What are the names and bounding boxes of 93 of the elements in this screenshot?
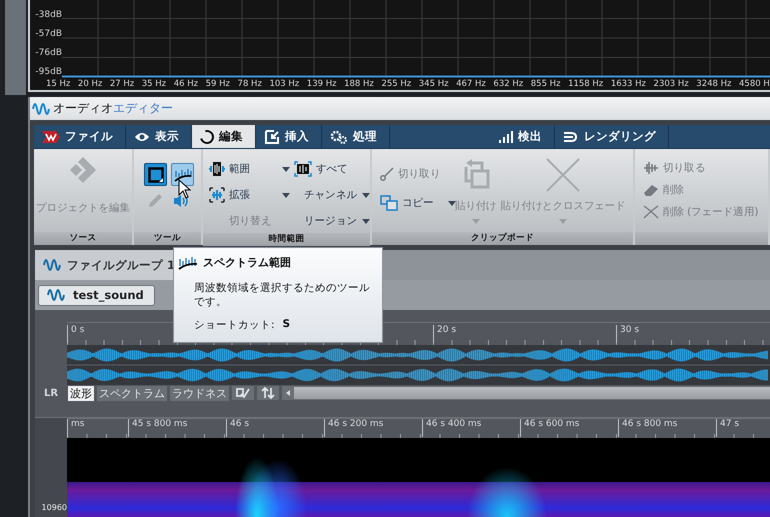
- caret-icon[interactable]: [282, 192, 290, 198]
- caret-icon[interactable]: [282, 166, 290, 172]
- group-label: ソース: [34, 232, 132, 245]
- swap-arrows-icon[interactable]: [257, 386, 279, 400]
- caret-icon[interactable]: [448, 200, 456, 206]
- spectrum-tool-icon: [178, 256, 198, 270]
- file-tab[interactable]: test_sound: [38, 284, 155, 306]
- axis-label: 27 Hz: [110, 78, 134, 90]
- insert-icon: [264, 128, 280, 144]
- axis-label: 103 Hz: [269, 78, 300, 90]
- time-range-button[interactable]: すべて: [294, 161, 348, 177]
- waveform-range-icon: [209, 161, 225, 177]
- time-range-button[interactable]: 拡張: [209, 187, 250, 203]
- waveform-icon: [32, 102, 50, 114]
- shortcut-key: S: [282, 318, 290, 332]
- group-label: クリップボード: [372, 232, 633, 245]
- ribbon-tab[interactable]: 挿入: [256, 125, 322, 148]
- view-tab[interactable]: 波形: [68, 386, 94, 400]
- waveform-expand-icon: [209, 187, 225, 203]
- ruler-label: 47 s: [716, 419, 770, 437]
- waveform-icon: [43, 259, 61, 271]
- spectrum-tool-button[interactable]: [171, 163, 194, 186]
- time-range-button[interactable]: チャンネル: [294, 188, 358, 202]
- axis-label: -38dB: [34, 10, 62, 21]
- waveform-cut-icon: [643, 161, 659, 175]
- axis-label: 1158 Hz: [568, 78, 604, 90]
- axis-label: -76dB: [34, 48, 62, 59]
- axis-label: 855 Hz: [530, 78, 561, 90]
- shortcut-label: ショートカット:: [194, 318, 275, 332]
- horizontal-scrollbar[interactable]: [282, 386, 770, 400]
- ruler-label: ms: [67, 419, 128, 437]
- axis-label: 255 Hz: [381, 78, 412, 90]
- eraser-icon: [643, 183, 659, 197]
- axis-label: 345 Hz: [418, 78, 449, 90]
- waveform-icon: [47, 289, 65, 301]
- axis-label: 467 Hz: [456, 78, 486, 90]
- render-arrow-icon: [563, 130, 579, 142]
- ruler-label: 46 s 400 ms: [422, 419, 520, 437]
- time-range-button[interactable]: 範囲: [209, 161, 250, 177]
- copy-button[interactable]: コピー: [380, 195, 434, 211]
- group-label: 時間範囲: [203, 233, 370, 246]
- ruler-label: 46 s 800 ms: [618, 419, 716, 437]
- copy-icon: [380, 195, 398, 211]
- caret-icon[interactable]: [362, 218, 370, 224]
- ruler-label: 46 s 200 ms: [324, 419, 422, 437]
- caret-icon[interactable]: [362, 192, 370, 198]
- axis-label: 15 Hz: [46, 78, 70, 90]
- axis-label: 3248 Hz: [696, 78, 732, 90]
- view-tab[interactable]: スペクトラム: [97, 386, 167, 400]
- diamond-arrow-icon: [68, 155, 98, 185]
- axis-label: 2303 Hz: [654, 78, 689, 90]
- gears-icon: [330, 130, 348, 144]
- axis-label: 46 Hz: [174, 78, 198, 90]
- time-range-button[interactable]: リージョン: [294, 214, 358, 228]
- mouse-cursor-icon: [178, 179, 192, 199]
- ribbon-tab[interactable]: ファイル: [34, 125, 126, 148]
- logo-icon: [42, 128, 60, 144]
- channel-label: LR: [42, 388, 60, 398]
- tooltip-text: 周波数領域を選択するためのツールです。: [194, 281, 371, 309]
- ruler-label: 45 s 800 ms: [128, 419, 226, 437]
- axis-label: 35 Hz: [142, 78, 166, 90]
- ribbon-tab[interactable]: 検出: [491, 125, 555, 148]
- axis-label: 1633 Hz: [610, 78, 646, 90]
- cross-fade-icon: [643, 205, 659, 219]
- axis-label: 139 Hz: [306, 78, 337, 90]
- ruler-label: 46 s 600 ms: [520, 419, 618, 437]
- ribbon-tab[interactable]: 編集: [192, 125, 256, 148]
- ruler-label: 46 s: [226, 419, 324, 437]
- ruler-label: 0 s: [67, 325, 84, 343]
- eye-icon: [134, 130, 150, 142]
- checkmark-icon[interactable]: [232, 386, 254, 400]
- signal-bars-icon: [499, 130, 513, 142]
- axis-label: -95dB: [34, 67, 62, 78]
- ribbon-tab[interactable]: 処理: [322, 125, 390, 148]
- ruler-label: 20 s: [433, 325, 456, 343]
- axis-label: 632 Hz: [493, 78, 524, 90]
- ribbon-tab[interactable]: レンダリング: [555, 125, 669, 148]
- group-label: ツール: [134, 232, 201, 245]
- view-tab[interactable]: ラウドネス: [170, 386, 229, 400]
- select-all-icon: [294, 161, 312, 177]
- range-tool-button[interactable]: [144, 163, 167, 186]
- axis-label: 20 Hz: [78, 78, 102, 90]
- cross-icon: [545, 157, 582, 193]
- ruler-label: 30 s: [616, 325, 640, 343]
- axis-label: 78 Hz: [238, 78, 262, 90]
- frequency-label: 10960: [42, 503, 67, 512]
- axis-label: -57dB: [34, 29, 62, 40]
- tooltip-title: スペクトラム範囲: [203, 255, 291, 270]
- axis-label: 188 Hz: [344, 78, 374, 90]
- window-title: オーディオエディター: [53, 100, 173, 117]
- axis-label: 4580 H: [739, 78, 770, 90]
- axis-label: 59 Hz: [206, 78, 230, 90]
- scissors-icon: [380, 167, 394, 181]
